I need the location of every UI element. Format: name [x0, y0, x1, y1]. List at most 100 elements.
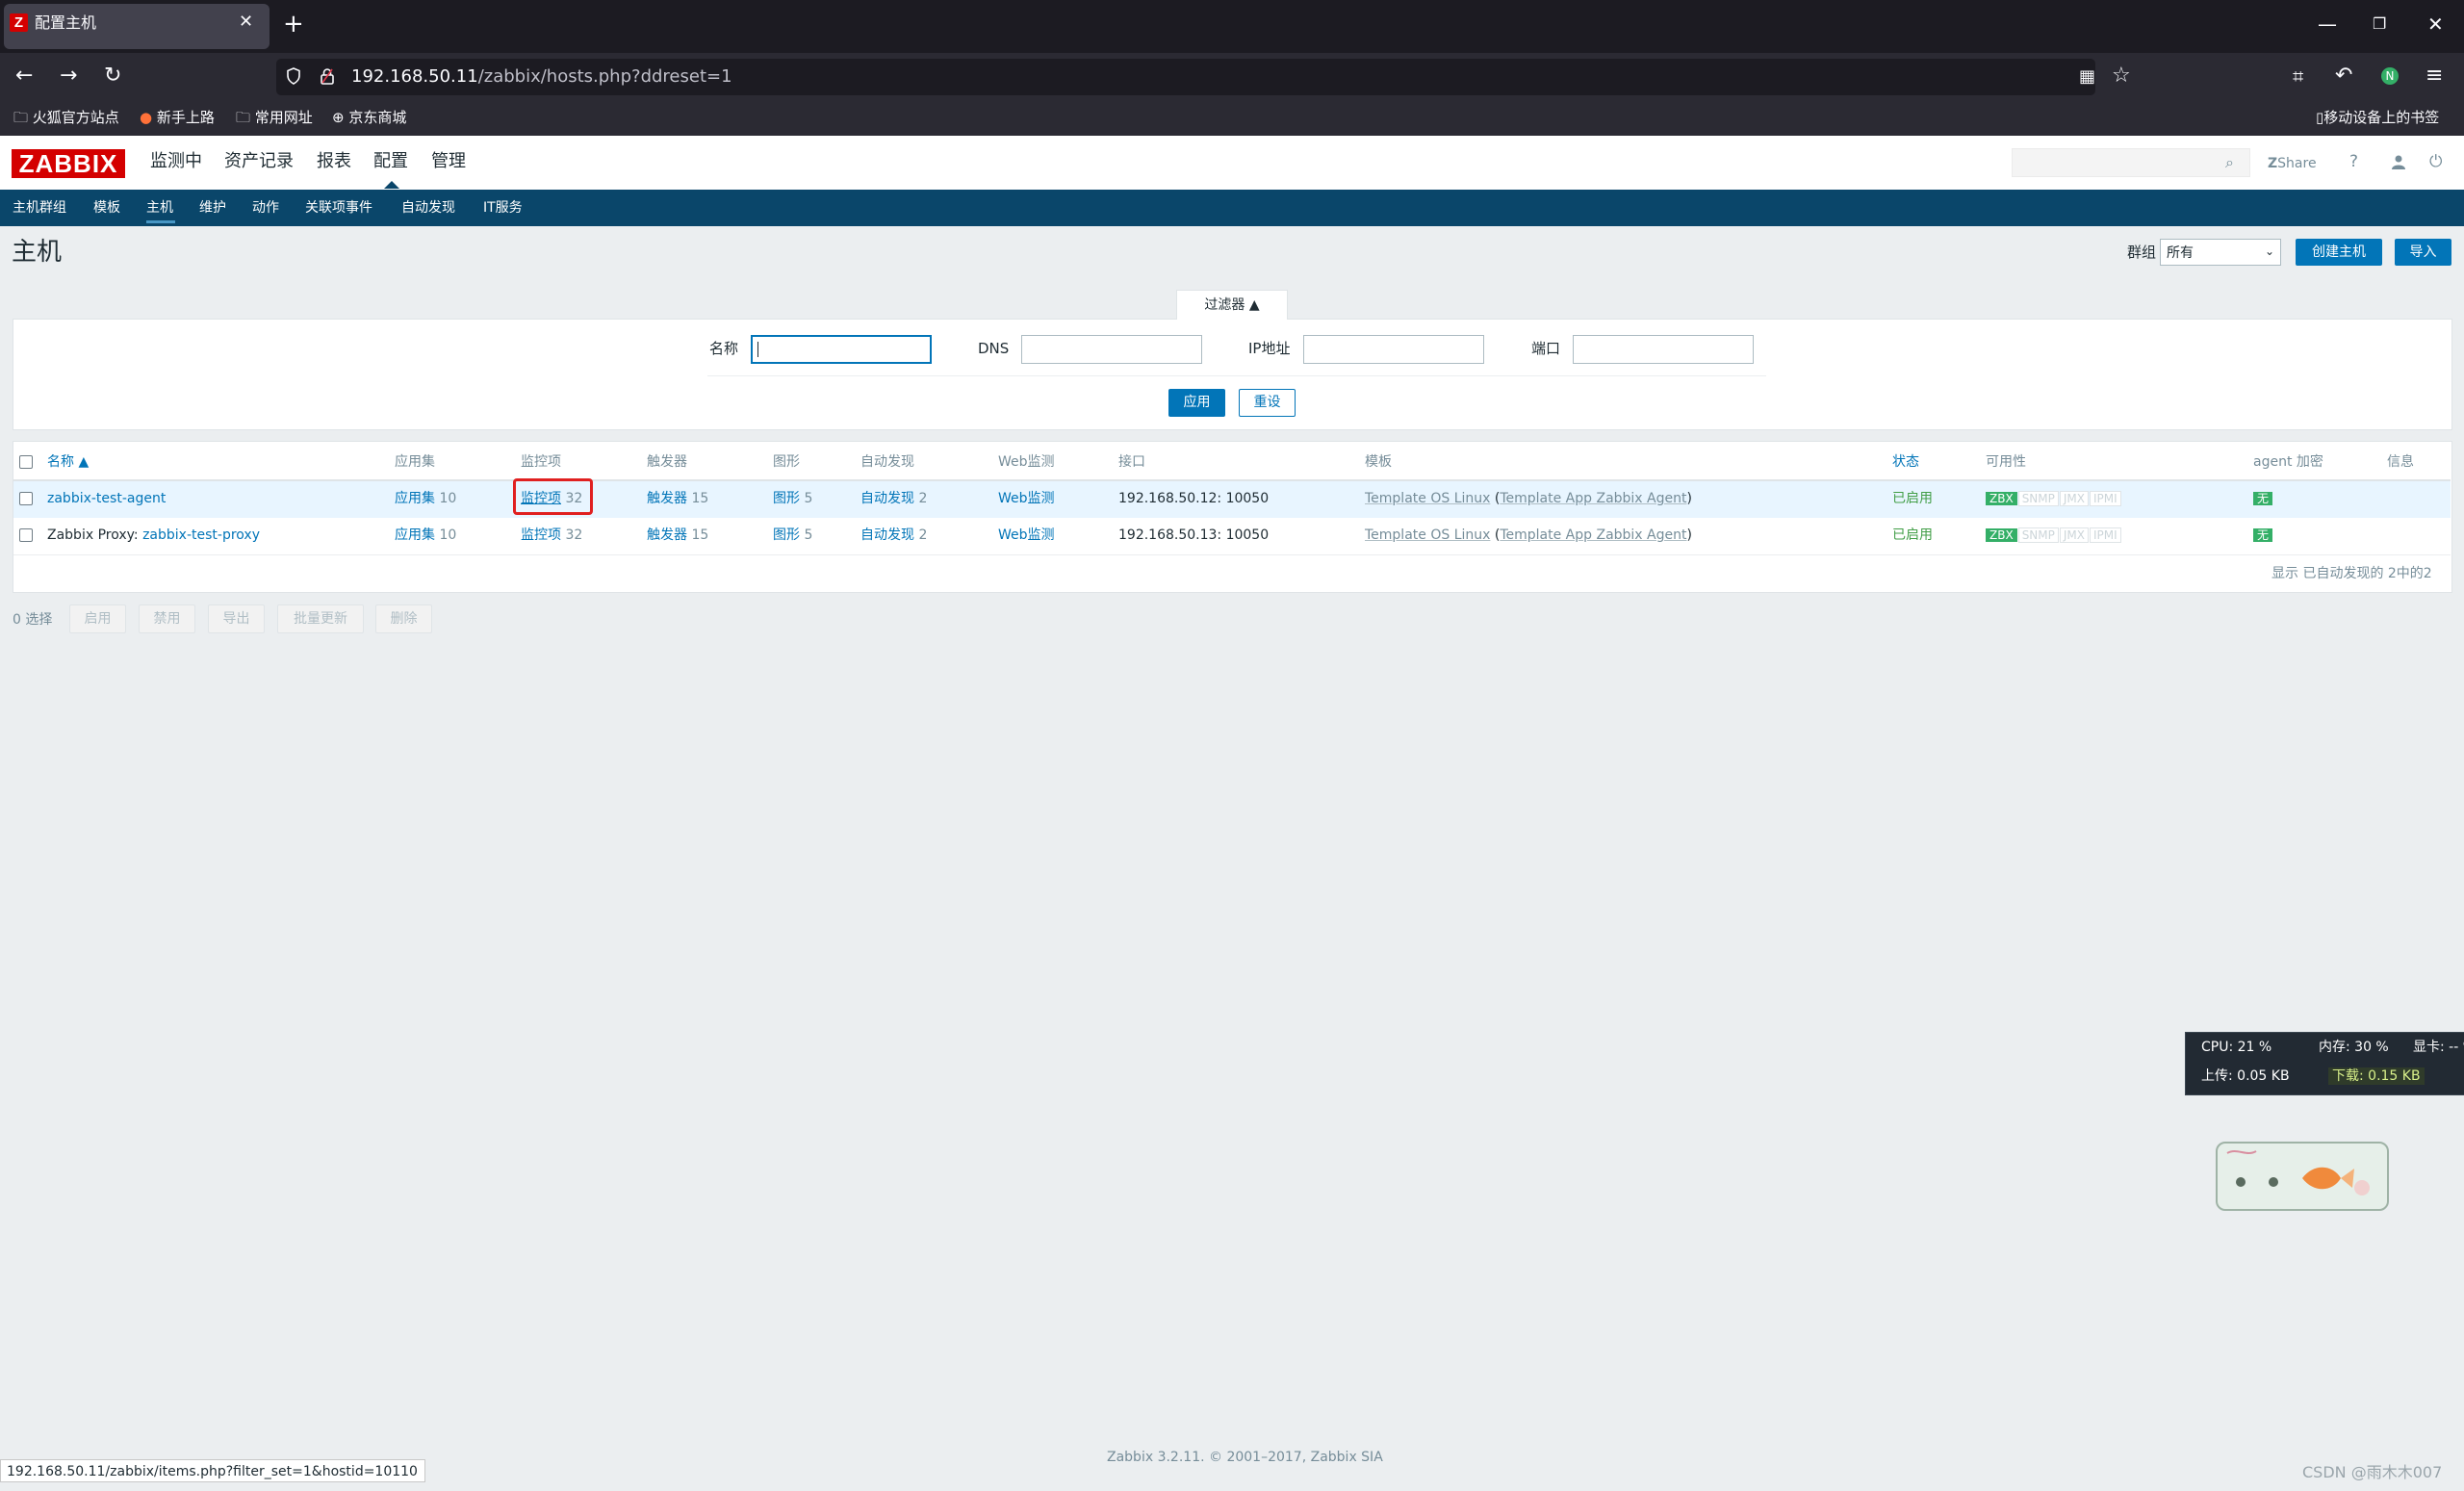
delete-button[interactable]: 删除	[375, 604, 432, 633]
submenu-discovery[interactable]: 自动发现	[401, 198, 455, 218]
graphs-link[interactable]: 图形	[773, 527, 800, 543]
star-icon[interactable]: ☆	[2112, 64, 2131, 89]
bookmark-jd[interactable]: ⊕ 京东商城	[332, 108, 406, 127]
th-name[interactable]: 名称 ▲	[47, 452, 89, 472]
graphs-link[interactable]: 图形	[773, 491, 800, 506]
url-text[interactable]: 192.168.50.11/zabbix/hosts.php?ddreset=1	[351, 65, 732, 89]
select-all-checkbox[interactable]	[19, 455, 33, 469]
menu-configuration[interactable]: 配置	[373, 150, 408, 173]
submenu-correlation[interactable]: 关联项事件	[305, 198, 372, 218]
user-profile-icon[interactable]	[2391, 150, 2406, 173]
help-icon[interactable]: ?	[2349, 150, 2358, 173]
menu-reports[interactable]: 报表	[317, 150, 351, 173]
status-enabled-link[interactable]: 已启用	[1892, 489, 1933, 508]
export-button[interactable]: 导出	[208, 604, 265, 633]
graphs-cell: 图形 5	[773, 491, 813, 506]
availability-cell: ZBX SNMP JMX IPMI	[1986, 526, 2121, 545]
web-link[interactable]: Web监测	[998, 489, 1055, 508]
group-select[interactable]: 所有	[2160, 239, 2281, 266]
filter-ip-label: IP地址	[1248, 340, 1291, 357]
restore-icon[interactable]: ❐	[2373, 13, 2386, 35]
folder-icon: 🗀	[236, 109, 251, 126]
submenu-templates[interactable]: 模板	[93, 198, 120, 218]
submenu-host-groups[interactable]: 主机群组	[13, 198, 66, 218]
decorative-sticker[interactable]	[2216, 1142, 2389, 1211]
row-checkbox[interactable]	[19, 528, 33, 542]
triggers-link[interactable]: 触发器	[647, 491, 687, 506]
menu-administration[interactable]: 管理	[431, 150, 466, 173]
filter-separator	[707, 375, 1766, 376]
system-monitor-widget: CPU: 21 % 内存: 30 % 显卡: -- % 上传: 0.05 KB …	[2185, 1032, 2464, 1095]
import-button[interactable]: 导入	[2395, 239, 2451, 266]
filter-port-input[interactable]	[1573, 335, 1754, 364]
search-icon[interactable]: ⌕	[2225, 151, 2234, 174]
th-agent-encryption: agent 加密	[2253, 454, 2323, 470]
applications-cell: 应用集 10	[395, 527, 457, 543]
filter-ip-input[interactable]	[1303, 335, 1484, 364]
filter-dns-input[interactable]	[1021, 335, 1202, 364]
host-name-cell: Zabbix Proxy: zabbix-test-proxy	[47, 526, 260, 545]
submenu-it-services[interactable]: IT服务	[483, 198, 523, 218]
qr-code-icon[interactable]: ▦	[2079, 64, 2095, 90]
shield-icon[interactable]	[287, 67, 300, 85]
row-checkbox[interactable]	[19, 492, 33, 505]
menu-inventory[interactable]: 资产记录	[224, 150, 294, 173]
ipmi-badge: IPMI	[2090, 491, 2121, 506]
screenshot-icon[interactable]: ⌗	[2293, 64, 2303, 89]
new-tab-icon[interactable]: +	[283, 10, 304, 39]
text-cursor	[757, 342, 758, 357]
zbx-badge: ZBX	[1986, 528, 2017, 542]
menu-icon[interactable]: ≡	[2426, 64, 2443, 89]
display-count: 显示 已自动发现的 2中的2	[2272, 566, 2432, 581]
create-host-button[interactable]: 创建主机	[2296, 239, 2382, 266]
lock-icon[interactable]	[320, 67, 335, 85]
apply-button[interactable]: 应用	[1168, 389, 1225, 417]
disable-button[interactable]: 禁用	[139, 604, 195, 633]
highlight-annotation	[513, 478, 593, 515]
firefox-icon: ●	[140, 109, 153, 126]
discovery-link[interactable]: 自动发现	[860, 491, 914, 506]
global-search-input[interactable]	[2012, 148, 2250, 177]
applications-link[interactable]: 应用集	[395, 527, 435, 543]
bookmark-common-sites[interactable]: 🗀 常用网址	[236, 108, 313, 127]
host-name-link[interactable]: zabbix-test-agent	[47, 489, 166, 508]
globe-icon: ⊕	[332, 109, 345, 126]
host-name-link[interactable]: zabbix-test-proxy	[142, 527, 260, 543]
discovery-link[interactable]: 自动发现	[860, 527, 914, 543]
minimize-icon[interactable]: —	[2318, 13, 2337, 35]
mass-update-button[interactable]: 批量更新	[277, 604, 364, 633]
close-tab-icon[interactable]: ✕	[239, 12, 253, 32]
extension-icon[interactable]: N	[2381, 67, 2399, 85]
enable-button[interactable]: 启用	[69, 604, 126, 633]
template-link[interactable]: Template OS Linux	[1365, 527, 1490, 543]
applications-link[interactable]: 应用集	[395, 491, 435, 506]
th-status[interactable]: 状态	[1892, 452, 1919, 472]
close-window-icon[interactable]: ✕	[2427, 13, 2444, 35]
filter-name-input[interactable]	[751, 335, 932, 364]
bookmark-getting-started[interactable]: ● 新手上路	[140, 108, 215, 127]
reload-icon[interactable]: ↻	[104, 64, 121, 89]
menu-monitoring[interactable]: 监测中	[150, 150, 202, 173]
submenu-actions[interactable]: 动作	[252, 198, 279, 218]
undo-icon[interactable]: ↶	[2335, 64, 2352, 89]
submenu-hosts[interactable]: 主机	[146, 198, 173, 218]
submenu-maintenance[interactable]: 维护	[199, 198, 226, 218]
filter-toggle-tab[interactable]: 过滤器 ▲	[1176, 290, 1288, 320]
items-link[interactable]: 监控项	[521, 527, 561, 543]
web-link[interactable]: Web监测	[998, 526, 1055, 545]
bookmark-firefox[interactable]: 🗀 火狐官方站点	[13, 108, 119, 127]
template-link[interactable]: Template OS Linux	[1365, 491, 1490, 506]
template-sub-link[interactable]: Template App Zabbix Agent	[1500, 527, 1686, 543]
reset-button[interactable]: 重设	[1239, 389, 1296, 417]
template-sub-link[interactable]: Template App Zabbix Agent	[1500, 491, 1686, 506]
forward-arrow-icon[interactable]: →	[60, 64, 77, 89]
templates-cell: Template OS Linux (Template App Zabbix A…	[1365, 491, 1692, 506]
triggers-link[interactable]: 触发器	[647, 527, 687, 543]
logout-icon[interactable]: ⏻	[2429, 150, 2442, 173]
bookmark-mobile[interactable]: ▯移动设备上的书签	[2316, 108, 2439, 127]
status-enabled-link[interactable]: 已启用	[1892, 526, 1933, 545]
share-link[interactable]: ZShare	[2268, 152, 2317, 175]
back-arrow-icon[interactable]: ←	[15, 64, 33, 89]
browser-tab-bar	[0, 0, 2464, 53]
zabbix-logo[interactable]: ZABBIX	[12, 149, 125, 178]
